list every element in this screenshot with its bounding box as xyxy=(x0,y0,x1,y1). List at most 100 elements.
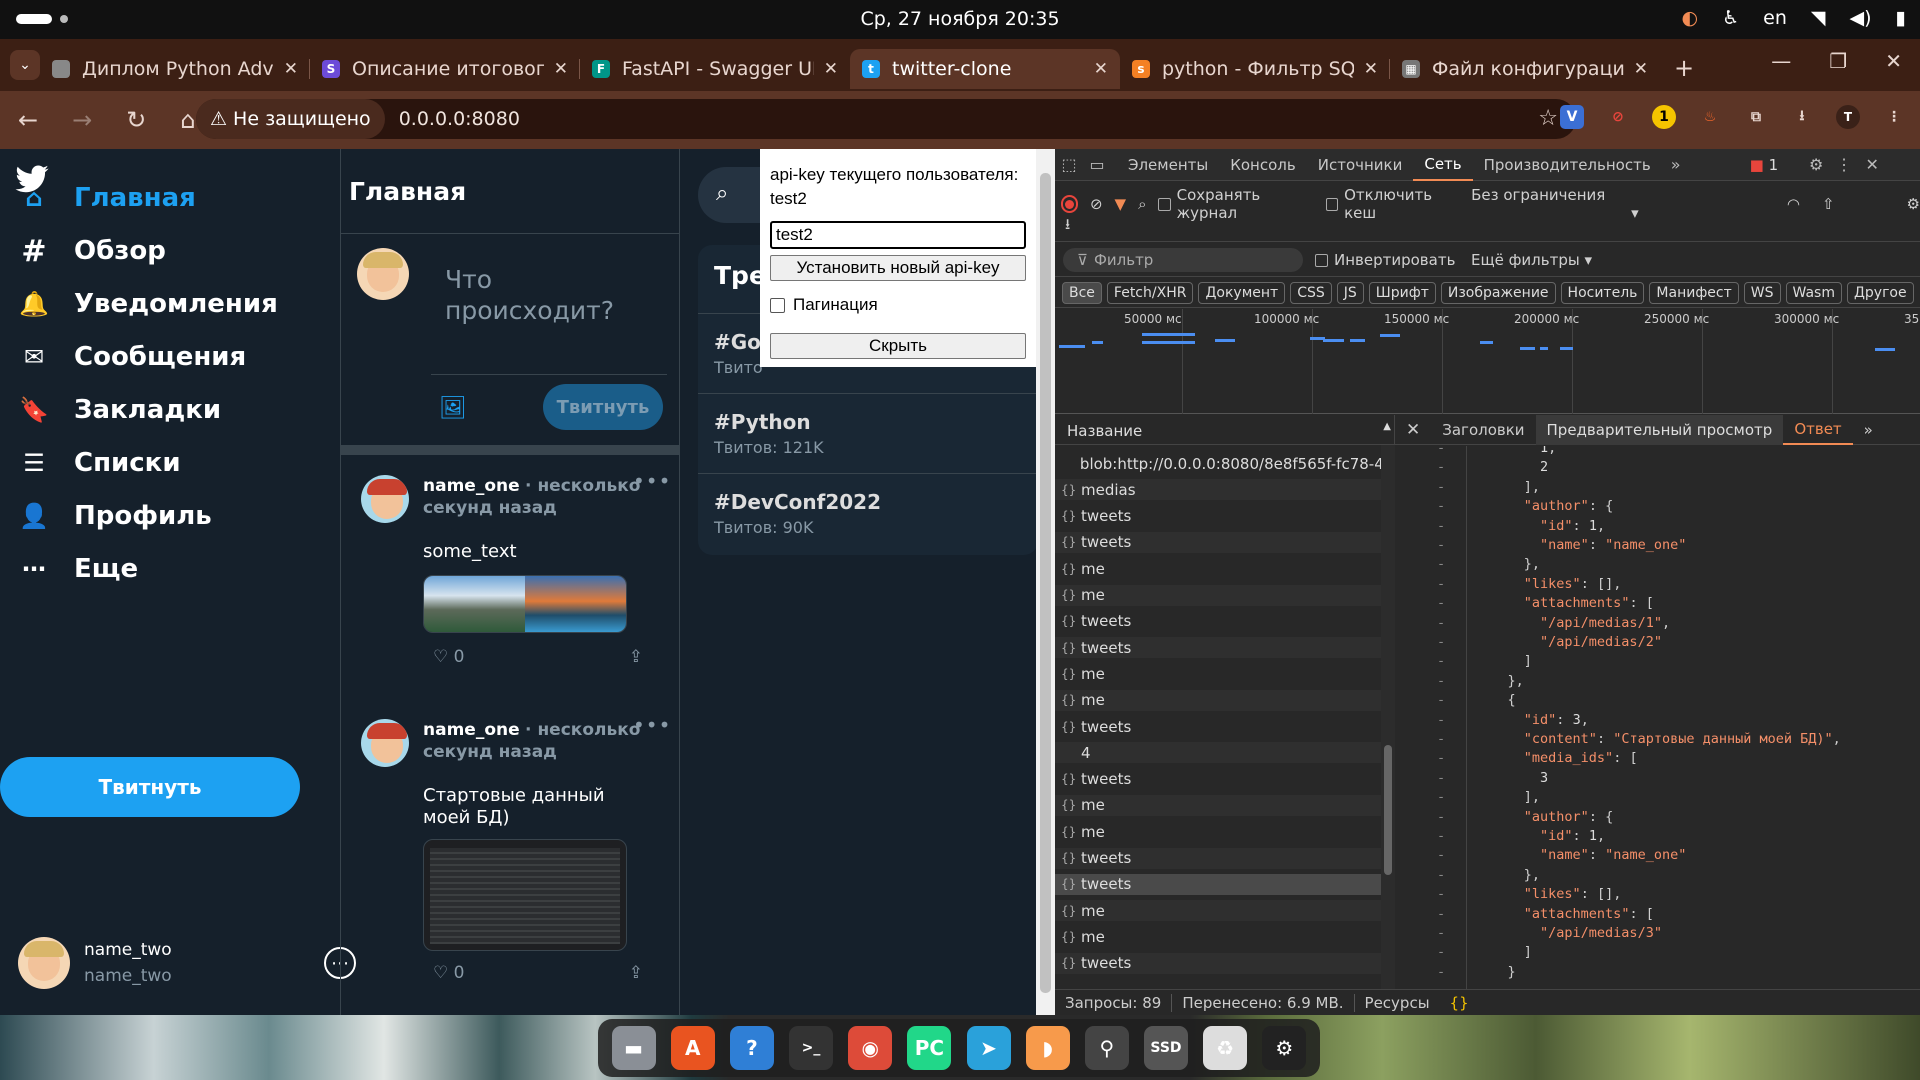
set-api-key-button[interactable]: Установить новый api-key xyxy=(770,255,1026,281)
reload-button[interactable]: ↻ xyxy=(126,106,146,134)
browser-tab[interactable]: S Описание итогового ✕ xyxy=(310,49,580,89)
search-icon[interactable]: ⌕ xyxy=(1138,195,1146,213)
trash-icon[interactable]: ♻ xyxy=(1203,1026,1248,1070)
close-tab-icon[interactable]: ✕ xyxy=(1364,59,1378,79)
resource-type-filter[interactable]: Изображение xyxy=(1440,281,1556,304)
trend-item[interactable]: #DevConf2022 Твитов: 90K xyxy=(698,473,1038,553)
new-tab-button[interactable]: + xyxy=(1674,54,1694,82)
request-row[interactable]: {} tweets xyxy=(1055,716,1381,737)
invert-checkbox[interactable]: Инвертировать xyxy=(1315,251,1455,269)
tweet-more-icon[interactable]: ••• xyxy=(633,713,671,737)
help-icon[interactable]: ? xyxy=(729,1026,774,1070)
image-upload-icon[interactable]: 🖼 xyxy=(439,396,467,421)
tab-preview[interactable]: Предварительный просмотр xyxy=(1535,414,1784,445)
sidebar-item[interactable]: 🔔 Уведомления xyxy=(16,286,278,322)
request-row[interactable]: {} tweets xyxy=(1055,611,1381,632)
request-list-scrollbar[interactable] xyxy=(1381,445,1395,989)
close-tab-icon[interactable]: ✕ xyxy=(554,59,568,79)
block-icon[interactable]: ⊘ xyxy=(1606,105,1630,129)
forward-button[interactable]: → xyxy=(72,106,92,134)
current-user[interactable]: name_two name_two xyxy=(18,937,172,989)
resource-type-filter[interactable]: Шрифт xyxy=(1368,281,1436,304)
devtools-tab[interactable]: Элементы xyxy=(1117,149,1219,181)
resource-type-filter[interactable]: Wasm xyxy=(1785,281,1842,304)
share-icon[interactable]: ⇪ xyxy=(629,963,643,983)
sidebar-item[interactable]: ✉ Сообщения xyxy=(16,339,246,375)
compose-tweet-button[interactable]: Твитнуть xyxy=(543,384,663,430)
close-detail-icon[interactable]: ✕ xyxy=(1395,415,1431,445)
tweet-author[interactable]: name_one xyxy=(423,476,520,496)
pycharm-icon[interactable]: PC xyxy=(907,1026,952,1070)
request-row[interactable]: {} me xyxy=(1055,794,1381,816)
request-row[interactable]: {} me xyxy=(1055,663,1381,684)
devtools-tab[interactable]: Источники xyxy=(1307,149,1414,181)
request-row[interactable]: {} tweets xyxy=(1055,506,1381,527)
sidebar-item[interactable]: # Обзор xyxy=(16,233,165,269)
tab-search-button[interactable]: ⌄ xyxy=(10,50,40,80)
browser-tab[interactable]: t twitter-clone ✕ xyxy=(850,49,1120,89)
request-row[interactable]: {} me xyxy=(1055,926,1381,947)
avatar[interactable] xyxy=(361,719,409,767)
mountain-photo[interactable] xyxy=(424,576,525,632)
fire-icon[interactable]: ♨ xyxy=(1698,105,1722,129)
sidebar-item[interactable]: ☰ Списки xyxy=(16,445,180,481)
close-tab-icon[interactable]: ✕ xyxy=(1094,59,1108,79)
tab-response[interactable]: Ответ xyxy=(1783,415,1853,445)
settings-icon[interactable]: ⚙ xyxy=(1262,1026,1307,1070)
inspect-element-icon[interactable]: ⬚ xyxy=(1055,151,1083,179)
sidebar-tweet-button[interactable]: Твитнуть xyxy=(0,757,300,817)
like-button[interactable]: ♡ 0 xyxy=(433,963,464,983)
sidebar-item[interactable]: 🔖 Закладки xyxy=(16,392,221,428)
trend-item[interactable]: #Python Твитов: 121K xyxy=(698,393,1038,473)
resource-type-filter[interactable]: Документ xyxy=(1198,281,1286,304)
browser-tab[interactable]: ▦ Файл конфигурации ✕ xyxy=(1390,49,1660,89)
more-filters-dropdown[interactable]: Ещё фильтры ▾ xyxy=(1471,251,1592,269)
chrome-icon[interactable]: ◉ xyxy=(848,1026,893,1070)
network-overview[interactable]: 50000 мс 100000 мс 150000 мс 200000 мс 25000… xyxy=(1055,309,1920,414)
downloads-icon[interactable]: ⭳ xyxy=(1790,105,1814,129)
puzzle-icon[interactable]: ⧉ xyxy=(1744,105,1768,129)
back-button[interactable]: ← xyxy=(18,106,38,134)
devtools-menu-icon[interactable]: ⋮ xyxy=(1830,151,1858,179)
devtools-tab[interactable]: Консоль xyxy=(1219,149,1307,181)
request-row[interactable]: {} tweets xyxy=(1055,873,1381,895)
share-icon[interactable]: ⇪ xyxy=(629,647,643,667)
request-row[interactable]: {} me xyxy=(1055,821,1381,842)
preserve-log-checkbox[interactable]: Сохранять журнал xyxy=(1158,186,1313,222)
hide-popup-button[interactable]: Скрыть xyxy=(770,333,1026,359)
api-key-input[interactable] xyxy=(770,221,1026,249)
network-settings-icon[interactable]: ⚙ xyxy=(1907,195,1920,213)
export-har-icon[interactable]: ⭳ xyxy=(1065,214,1070,239)
request-row[interactable]: {} me xyxy=(1055,900,1381,922)
request-row[interactable]: blob:http://0.0.0.0:8080/8e8f565f-fc78-4… xyxy=(1055,453,1381,474)
telegram-icon[interactable]: ➤ xyxy=(966,1026,1011,1070)
resource-type-filter[interactable]: Носитель xyxy=(1560,281,1645,304)
throttle-select[interactable]: Без ограничения ▾ xyxy=(1471,186,1755,222)
system-tray[interactable]: ◐ ♿ en ◥ ◀) ▮ xyxy=(1682,7,1907,29)
ssd-icon[interactable]: SSD xyxy=(1143,1026,1188,1070)
tweet-author[interactable]: name_one xyxy=(423,720,520,740)
avatar[interactable] xyxy=(361,475,409,523)
minimize-button[interactable]: — xyxy=(1771,49,1791,73)
request-row[interactable]: {} me xyxy=(1055,558,1381,579)
compose-input[interactable]: Что происходит? xyxy=(445,264,645,326)
pagination-checkbox[interactable]: Пагинация xyxy=(770,295,878,315)
import-har-icon[interactable]: ⇧ xyxy=(1822,195,1835,213)
lake-photo[interactable] xyxy=(525,576,626,632)
request-row[interactable]: {} tweets xyxy=(1055,952,1381,974)
resource-type-filter[interactable]: Fetch/XHR xyxy=(1106,281,1194,304)
home-button[interactable]: ⌂ xyxy=(180,106,195,134)
usb-icon[interactable]: ⚲ xyxy=(1084,1026,1129,1070)
request-row[interactable]: {} tweets xyxy=(1055,637,1381,659)
devtools-tab[interactable]: Производительность xyxy=(1473,149,1662,181)
resource-type-filter[interactable]: JS xyxy=(1336,281,1364,304)
request-row[interactable]: {} tweets xyxy=(1055,769,1381,790)
mango-icon[interactable]: ◗ xyxy=(1025,1026,1070,1070)
request-row[interactable]: {} me xyxy=(1055,584,1381,606)
sidebar-item[interactable]: ⌂ Главная xyxy=(16,180,195,216)
browser-tab[interactable]: F FastAPI - Swagger UI ✕ xyxy=(580,49,850,89)
resource-type-filter[interactable]: CSS xyxy=(1290,281,1332,304)
request-row[interactable]: {} me xyxy=(1055,689,1381,711)
response-body[interactable]: - 1, - 2- ], - "author": {- "id": 1, - "nam… xyxy=(1395,446,1920,989)
terminal-icon[interactable]: >_ xyxy=(789,1026,834,1070)
